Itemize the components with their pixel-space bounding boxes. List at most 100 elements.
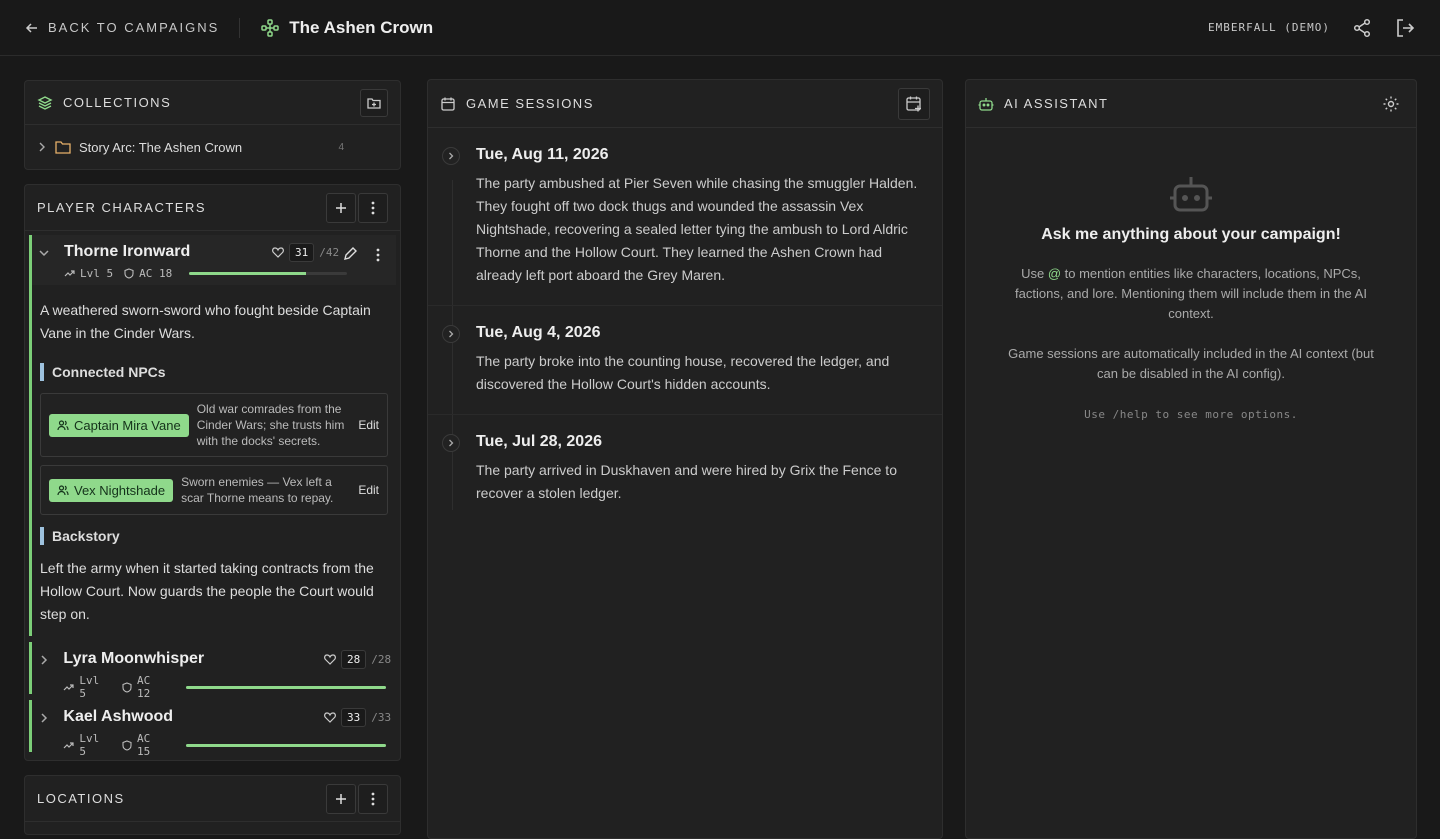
session-entry: Tue, Aug 4, 2026 The party broke into th…: [428, 306, 942, 415]
character-ac: AC 12: [137, 674, 151, 700]
locations-header: LOCATIONS: [25, 776, 400, 822]
back-label: BACK TO CAMPAIGNS: [48, 20, 220, 35]
calendar-plus-icon: [905, 95, 923, 113]
session-summary: The party broke into the counting house,…: [476, 353, 890, 392]
trending-up-icon: [63, 740, 74, 751]
chevron-right-icon[interactable]: [38, 712, 53, 724]
heart-icon: [324, 712, 336, 723]
campaign-title-text: The Ashen Crown: [289, 17, 434, 37]
hp-max: /33: [371, 711, 392, 724]
hp-current: 31: [289, 243, 315, 262]
ai-assistant-header: AI ASSISTANT: [966, 80, 1416, 128]
backstory-heading: Backstory: [40, 527, 388, 545]
bot-icon: [978, 96, 994, 112]
character-header[interactable]: Thorne Ironward Lvl 5 AC 18 31 /42: [32, 235, 396, 285]
locations-title: LOCATIONS: [37, 791, 125, 806]
collections-header: COLLECTIONS: [25, 81, 400, 125]
more-vertical-icon: [371, 201, 375, 215]
add-folder-button[interactable]: [360, 88, 388, 117]
session-date: Tue, Aug 11, 2026: [476, 146, 609, 163]
chevron-right-icon[interactable]: [442, 325, 460, 343]
character-header[interactable]: Kael Ashwood Lvl 5 AC 15 33 /33: [32, 700, 396, 758]
ai-help-hint: Use /help to see more options.: [1084, 408, 1298, 421]
plus-icon: [335, 793, 347, 805]
collection-label: Story Arc: The Ashen Crown: [79, 139, 243, 155]
ai-mention-suffix: to mention entities like characters, loc…: [1015, 266, 1367, 321]
character-card: Lyra Moonwhisper Lvl 5 AC 12 28 /28: [29, 642, 396, 700]
chevron-right-icon: [37, 142, 47, 152]
calendar-icon: [440, 96, 456, 112]
heart-icon: [324, 654, 336, 665]
hp-bar: [189, 272, 348, 275]
trending-up-icon: [64, 268, 75, 279]
chevron-right-icon[interactable]: [38, 654, 53, 666]
more-vertical-icon: [371, 792, 375, 806]
chevron-down-icon[interactable]: [38, 247, 54, 259]
hp-bar: [185, 685, 386, 689]
campaign-title: The Ashen Crown: [260, 18, 433, 38]
session-entry: Tue, Jul 28, 2026 The party arrived in D…: [428, 415, 942, 523]
hp-bar-fill: [189, 272, 306, 275]
character-ac: AC 18: [139, 267, 173, 280]
npc-note: Sworn enemies — Vex left a scar Thorne m…: [181, 475, 334, 505]
locations-menu-button[interactable]: [358, 783, 388, 814]
ai-mention-prefix: Use: [1021, 266, 1048, 281]
collections-panel: COLLECTIONS Story Arc: The Ashen Crown 4: [24, 80, 401, 170]
hp-bar: [185, 743, 386, 747]
player-characters-title: PLAYER CHARACTERS: [37, 200, 207, 215]
bot-icon: [1169, 174, 1213, 214]
users-icon: [57, 419, 69, 431]
hp-current: 28: [341, 650, 367, 669]
add-location-button[interactable]: [326, 783, 356, 814]
chevron-right-icon[interactable]: [442, 147, 460, 165]
collection-count: 4: [338, 141, 344, 153]
shield-icon: [124, 268, 134, 279]
session-summary: The party arrived in Duskhaven and were …: [476, 462, 897, 501]
hp-bar-fill: [185, 743, 386, 747]
character-header[interactable]: Lyra Moonwhisper Lvl 5 AC 12 28 /28: [32, 642, 396, 700]
share-icon[interactable]: [1352, 18, 1372, 38]
edit-npc-button[interactable]: Edit: [358, 483, 379, 497]
logout-icon[interactable]: [1394, 17, 1416, 39]
heart-icon: [272, 247, 284, 258]
arrow-left-icon: [24, 20, 40, 36]
pencil-icon[interactable]: [342, 246, 358, 262]
character-backstory: Left the army when it started taking con…: [40, 560, 374, 622]
more-vertical-icon[interactable]: [376, 248, 380, 262]
users-icon: [57, 484, 69, 496]
npc-connection: Captain Mira Vane Old war comrades from …: [40, 393, 388, 457]
hp-max: /28: [371, 653, 392, 666]
layers-icon: [37, 95, 53, 111]
game-sessions-panel: GAME SESSIONS Tue, Aug 11, 2026 The part…: [427, 79, 943, 839]
shield-icon: [122, 739, 132, 751]
back-to-campaigns-link[interactable]: BACK TO CAMPAIGNS: [24, 20, 219, 36]
character-card: Kael Ashwood Lvl 5 AC 15 33 /33: [29, 700, 396, 758]
character-level: Lvl 5: [80, 267, 114, 280]
folder-plus-icon: [367, 96, 381, 110]
shield-icon: [122, 681, 132, 693]
locations-panel: LOCATIONS: [24, 775, 401, 835]
npc-chip[interactable]: Vex Nightshade: [49, 478, 174, 502]
add-session-button[interactable]: [898, 87, 930, 120]
ai-mention-info: Use @ to mention entities like character…: [1006, 264, 1376, 324]
add-character-button[interactable]: [326, 192, 356, 223]
ai-empty-state: Ask me anything about your campaign! Use…: [966, 174, 1416, 421]
hp-display: 28 /28: [324, 650, 391, 669]
npc-connection: Vex Nightshade Sworn enemies — Vex left …: [40, 465, 388, 515]
npc-chip[interactable]: Captain Mira Vane: [49, 413, 189, 437]
hp-max: /42: [319, 246, 340, 259]
collections-title: COLLECTIONS: [63, 95, 172, 110]
ai-sessions-note: Game sessions are automatically included…: [1008, 346, 1374, 381]
collection-item[interactable]: Story Arc: The Ashen Crown 4: [25, 125, 400, 169]
ai-assistant-panel: AI ASSISTANT Ask me anything about your …: [965, 79, 1417, 839]
npc-name: Vex Nightshade: [74, 482, 166, 498]
session-date: Tue, Jul 28, 2026: [476, 433, 602, 450]
player-characters-header: PLAYER CHARACTERS: [25, 185, 400, 231]
settings-icon[interactable]: [1382, 95, 1400, 113]
chevron-right-icon[interactable]: [442, 434, 460, 452]
game-sessions-header: GAME SESSIONS: [428, 80, 942, 128]
characters-menu-button[interactable]: [358, 192, 388, 223]
character-level: Lvl 5: [79, 674, 100, 700]
ai-assistant-title: AI ASSISTANT: [1004, 96, 1109, 111]
edit-npc-button[interactable]: Edit: [358, 418, 379, 432]
